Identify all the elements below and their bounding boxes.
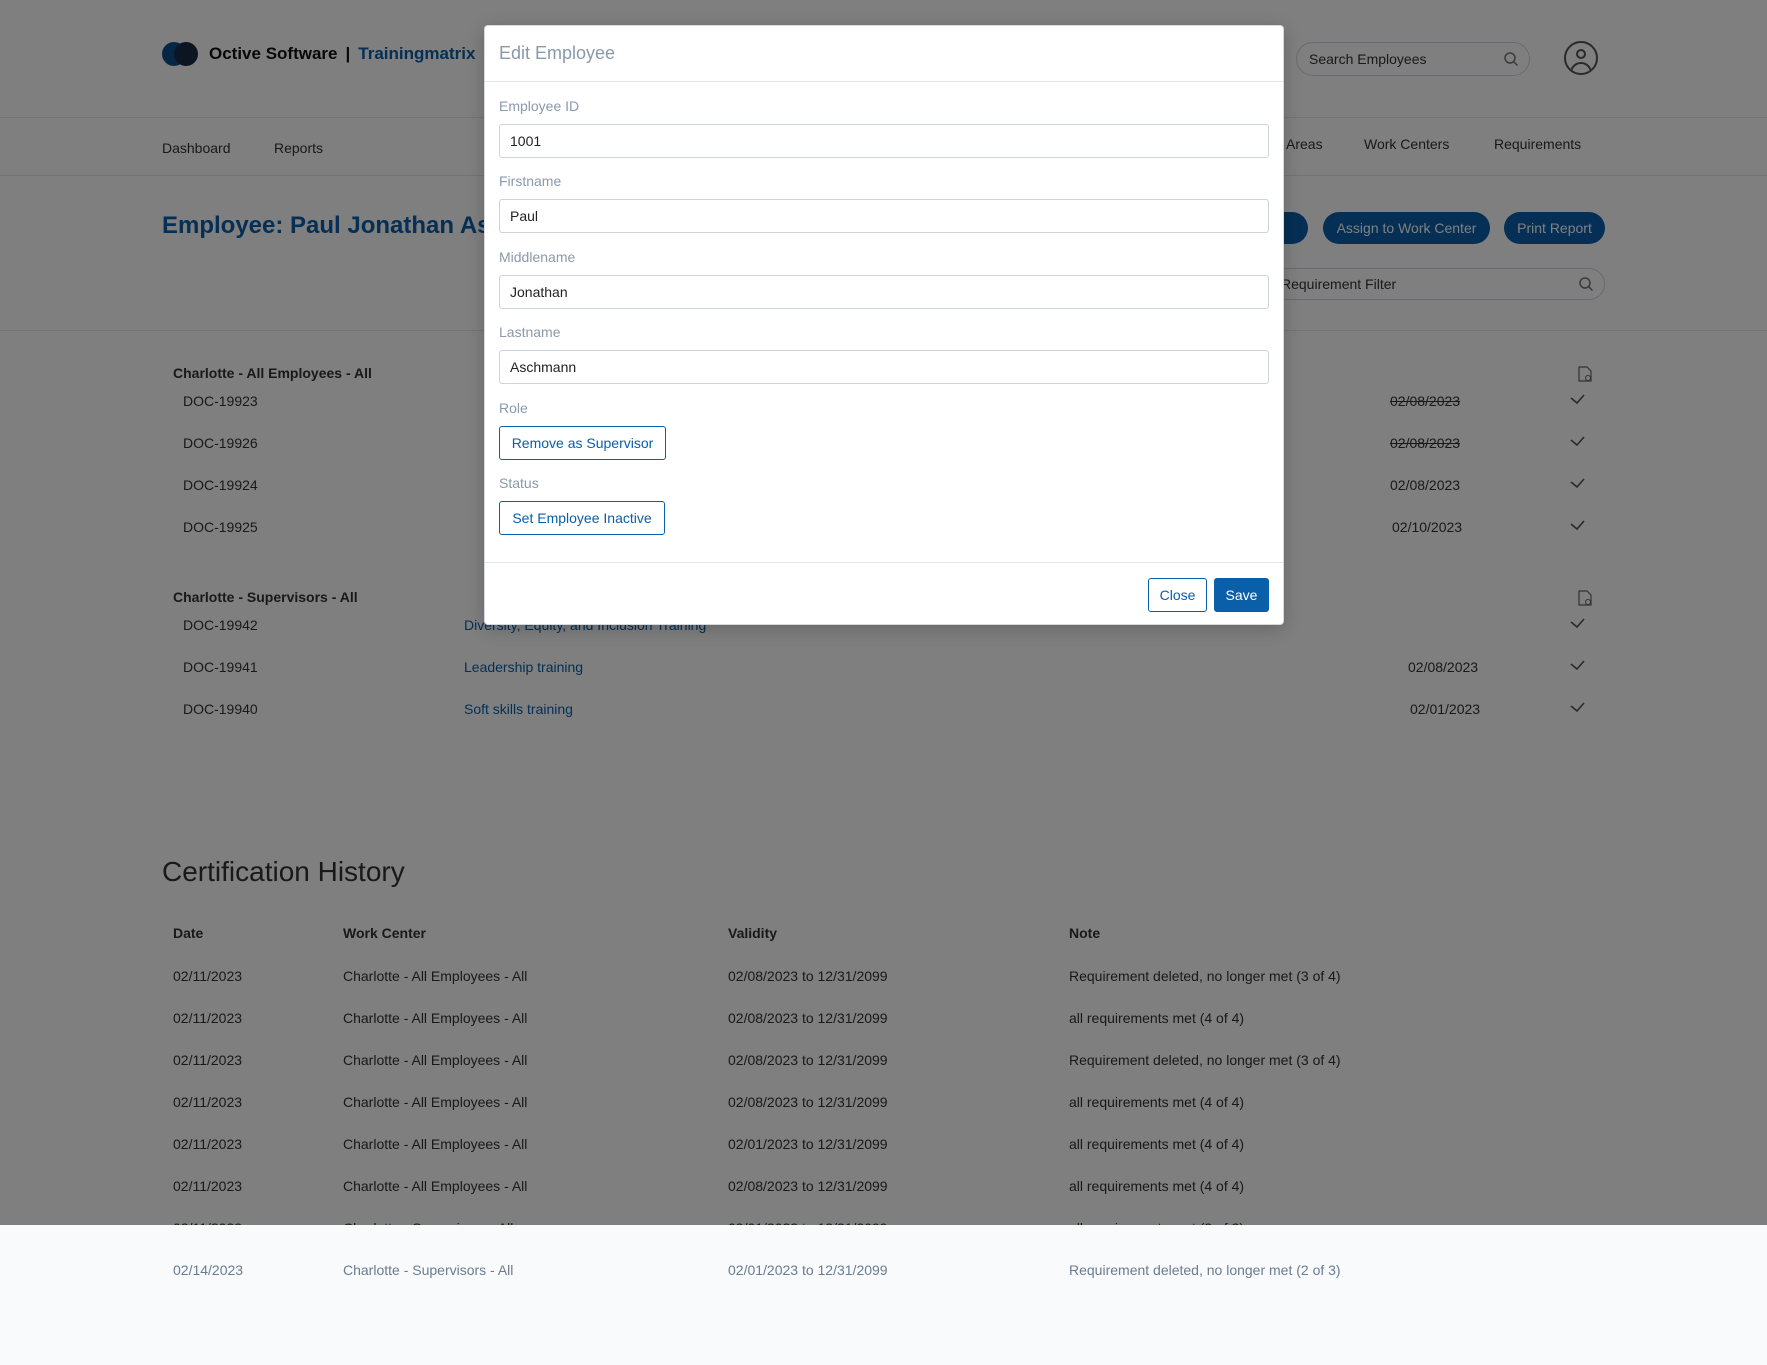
close-button[interactable]: Close [1148, 578, 1207, 612]
middlename-label: Middlename [499, 249, 576, 265]
role-label: Role [499, 400, 528, 416]
edit-employee-modal: Edit Employee Employee ID Firstname Midd… [484, 25, 1284, 625]
table-row: 02/14/2023 Charlotte - Supervisors - All… [0, 1249, 1767, 1291]
modal-header: Edit Employee [485, 26, 1283, 82]
employee-id-label: Employee ID [499, 98, 580, 114]
lastname-input[interactable] [499, 350, 1269, 384]
status-label: Status [499, 475, 539, 491]
firstname-label: Firstname [499, 173, 562, 189]
modal-title: Edit Employee [499, 43, 616, 63]
cell-date: 02/14/2023 [173, 1262, 244, 1278]
lastname-label: Lastname [499, 324, 561, 340]
save-button[interactable]: Save [1214, 578, 1269, 612]
remove-supervisor-button[interactable]: Remove as Supervisor [499, 426, 666, 460]
cell-validity: 02/01/2023 to 12/31/2099 [728, 1262, 888, 1278]
employee-id-input[interactable] [499, 124, 1269, 158]
cell-work-center: Charlotte - Supervisors - All [343, 1262, 514, 1278]
set-inactive-button[interactable]: Set Employee Inactive [499, 501, 665, 535]
middlename-input[interactable] [499, 275, 1269, 309]
cell-note: Requirement deleted, no longer met (2 of… [1069, 1262, 1341, 1278]
page-tail [0, 1225, 1767, 1365]
firstname-input[interactable] [499, 199, 1269, 233]
modal-footer: Close Save [485, 562, 1283, 626]
